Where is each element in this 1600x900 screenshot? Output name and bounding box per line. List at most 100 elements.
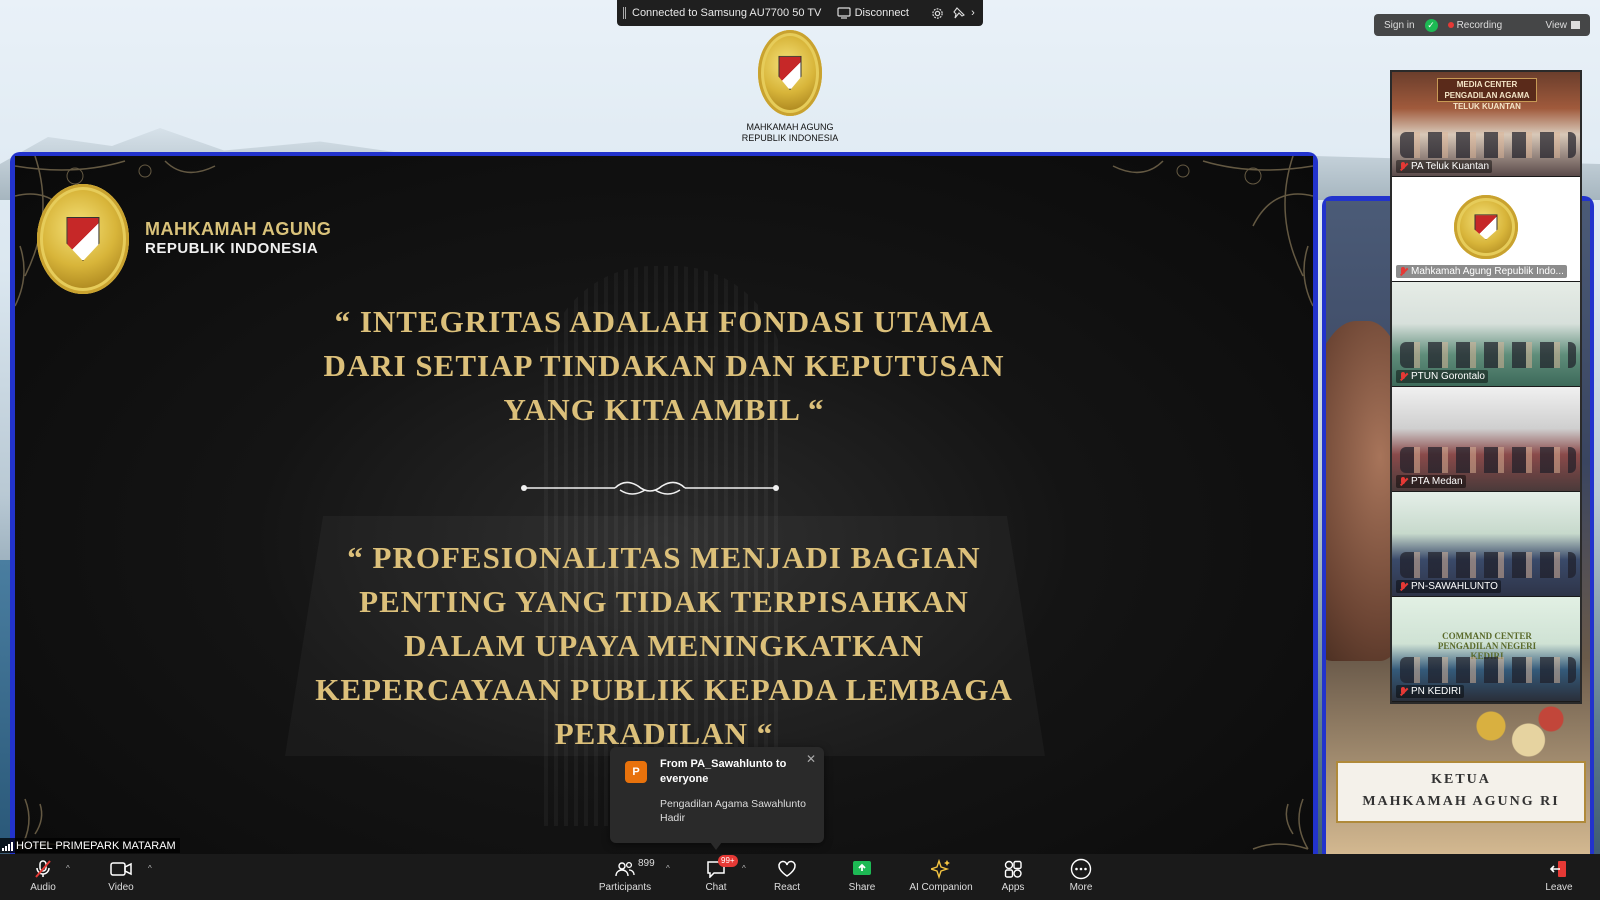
quote2-line: KEPERCAYAAN PUBLIK KEPADA LEMBAGA bbox=[315, 672, 1013, 707]
leave-label: Leave bbox=[1545, 882, 1573, 893]
participant-tile[interactable]: Mahkamah Agung Republik Indo... bbox=[1392, 177, 1580, 282]
close-icon[interactable]: ✕ bbox=[806, 752, 816, 766]
participant-name-label: PN KEDIRI bbox=[1396, 685, 1465, 698]
view-label: View bbox=[1545, 19, 1568, 31]
ai-companion-label: AI Companion bbox=[909, 882, 973, 893]
participant-name-label: PN-SAWAHLUNTO bbox=[1396, 580, 1501, 593]
mahkamah-agung-seal-icon bbox=[758, 30, 822, 116]
nameplate-line2: MAHKAMAH AGUNG RI bbox=[1362, 794, 1560, 809]
mic-muted-icon bbox=[1399, 476, 1407, 487]
meeting-top-controls: Sign in ✓ Recording View bbox=[1374, 14, 1590, 36]
mic-muted-icon bbox=[1399, 371, 1407, 382]
participant-name: PN KEDIRI bbox=[1411, 686, 1462, 697]
encryption-shield-icon[interactable]: ✓ bbox=[1424, 18, 1438, 32]
chat-notification[interactable]: P From PA_Sawahlunto to everyone Pengadi… bbox=[610, 747, 824, 843]
background-emblem: MAHKAMAH AGUNG REPUBLIK INDONESIA bbox=[740, 30, 840, 144]
emblem-caption: MAHKAMAH AGUNG REPUBLIK INDONESIA bbox=[740, 122, 840, 144]
video-button[interactable]: Video bbox=[86, 858, 156, 893]
participant-gallery[interactable]: MEDIA CENTER PENGADILAN AGAMA TELUK KUAN… bbox=[1390, 70, 1582, 704]
apps-grid-icon bbox=[1003, 858, 1023, 880]
chat-unread-badge: 99+ bbox=[718, 855, 738, 867]
participants-options-caret-icon[interactable]: ^ bbox=[666, 864, 670, 873]
quote2-line: PENTING YANG TIDAK TERPISAHKAN bbox=[359, 584, 969, 619]
mic-muted-icon bbox=[1399, 161, 1407, 172]
tile-people bbox=[1400, 552, 1576, 578]
apps-button[interactable]: Apps bbox=[978, 858, 1048, 893]
recording-indicator[interactable]: Recording bbox=[1447, 19, 1503, 31]
participant-avatar-seal-icon bbox=[1454, 195, 1518, 259]
ornament-bottom-right-icon bbox=[1252, 798, 1309, 850]
participant-tile[interactable]: PN-SAWAHLUNTO bbox=[1392, 492, 1580, 597]
screen-share-bar: Connected to Samsung AU7700 50 TV Discon… bbox=[617, 0, 983, 26]
share-label: Share bbox=[848, 882, 876, 893]
video-options-caret-icon[interactable]: ^ bbox=[148, 864, 152, 873]
slide-logo: MAHKAMAH AGUNG REPUBLIK INDONESIA bbox=[37, 184, 331, 294]
more-button[interactable]: More bbox=[1046, 858, 1116, 893]
leave-exit-icon bbox=[1549, 858, 1569, 880]
audio-options-caret-icon[interactable]: ^ bbox=[66, 864, 70, 873]
view-button[interactable]: View bbox=[1545, 19, 1580, 31]
participant-name: PA Teluk Kuantan bbox=[1411, 161, 1490, 172]
signal-bars-icon bbox=[2, 841, 13, 851]
leave-button[interactable]: Leave bbox=[1524, 858, 1594, 893]
slide-logo-line2: REPUBLIK INDONESIA bbox=[145, 240, 319, 257]
meeting-toolbar: Audio ^ Video ^ Participants 899 ^ 99+ C… bbox=[0, 854, 1600, 900]
self-view-label: HOTEL PRIMEPARK MATARAM bbox=[0, 838, 180, 853]
chevron-right-icon[interactable]: › bbox=[969, 5, 977, 21]
participant-tile[interactable]: PTUN Gorontalo bbox=[1392, 282, 1580, 387]
speaker-nameplate: KETUA MAHKAMAH AGUNG RI bbox=[1336, 761, 1586, 823]
disconnect-button[interactable]: Disconnect bbox=[836, 7, 909, 19]
share-screen-icon bbox=[852, 858, 872, 880]
disconnect-label: Disconnect bbox=[854, 7, 909, 19]
tile-people bbox=[1400, 342, 1576, 368]
quote2-line: DALAM UPAYA MENINGKATKAN bbox=[403, 628, 925, 663]
pin-icon[interactable] bbox=[951, 5, 967, 21]
slide-logo-text: MAHKAMAH AGUNG REPUBLIK INDONESIA bbox=[145, 219, 331, 259]
participant-tile[interactable]: PTA Medan bbox=[1392, 387, 1580, 492]
participants-icon bbox=[615, 858, 635, 880]
mic-muted-icon bbox=[33, 858, 53, 880]
sender-avatar: P bbox=[625, 761, 647, 783]
participant-tile[interactable]: COMMAND CENTER PENGADILAN NEGERI KEDIRI … bbox=[1392, 597, 1580, 702]
recording-label: Recording bbox=[1456, 19, 1503, 31]
react-label: React bbox=[773, 882, 801, 893]
participant-name: PN-SAWAHLUNTO bbox=[1411, 581, 1498, 592]
chat-options-caret-icon[interactable]: ^ bbox=[742, 864, 746, 873]
share-status-text: Connected to Samsung AU7700 50 TV bbox=[632, 7, 822, 19]
self-view-name: HOTEL PRIMEPARK MATARAM bbox=[16, 839, 176, 852]
ai-companion-button[interactable]: AI Companion bbox=[906, 858, 976, 893]
settings-gear-icon[interactable] bbox=[929, 5, 945, 21]
participants-label: Participants bbox=[598, 882, 652, 893]
quote2-line: “ PROFESIONALITAS MENJADI BAGIAN bbox=[347, 540, 981, 575]
participant-name-label: PTUN Gorontalo bbox=[1396, 370, 1488, 383]
share-button[interactable]: Share bbox=[827, 858, 897, 893]
participant-name: PTUN Gorontalo bbox=[1411, 371, 1485, 382]
participant-tile[interactable]: MEDIA CENTER PENGADILAN AGAMA TELUK KUAN… bbox=[1392, 72, 1580, 177]
tile-people bbox=[1400, 447, 1576, 473]
drag-handle-icon[interactable] bbox=[623, 7, 626, 19]
react-button[interactable]: React bbox=[752, 858, 822, 893]
quote1-line: YANG KITA AMBIL “ bbox=[503, 392, 825, 427]
heart-icon bbox=[777, 858, 797, 880]
participant-name-label: PA Teluk Kuantan bbox=[1396, 160, 1493, 173]
participant-name-label: PTA Medan bbox=[1396, 475, 1466, 488]
tile-people bbox=[1400, 132, 1576, 158]
quote-profesionalitas: “ PROFESIONALITAS MENJADI BAGIAN PENTING… bbox=[15, 536, 1313, 756]
gallery-view-icon bbox=[1571, 21, 1580, 29]
chat-message: Pengadilan Agama Sawahlunto Hadir bbox=[660, 798, 806, 824]
participant-name-label: Mahkamah Agung Republik Indo... bbox=[1396, 265, 1567, 278]
quote1-line: DARI SETIAP TINDAKAN DAN KEPUTUSAN bbox=[323, 348, 1005, 383]
tile-people bbox=[1400, 657, 1576, 683]
slide-seal-icon bbox=[37, 184, 129, 294]
mic-muted-icon bbox=[1399, 266, 1407, 277]
mic-muted-icon bbox=[1399, 686, 1407, 697]
more-label: More bbox=[1069, 882, 1093, 893]
recording-dot-icon bbox=[1447, 22, 1454, 28]
more-ellipsis-icon bbox=[1070, 858, 1092, 880]
emblem-caption-line2: REPUBLIK INDONESIA bbox=[741, 133, 839, 143]
sign-in-link[interactable]: Sign in bbox=[1384, 20, 1415, 31]
chat-button[interactable]: 99+ Chat bbox=[681, 855, 751, 893]
emblem-caption-line1: MAHKAMAH AGUNG bbox=[746, 122, 834, 132]
chat-bubble-icon: 99+ bbox=[706, 855, 738, 880]
audio-label: Audio bbox=[30, 882, 56, 893]
